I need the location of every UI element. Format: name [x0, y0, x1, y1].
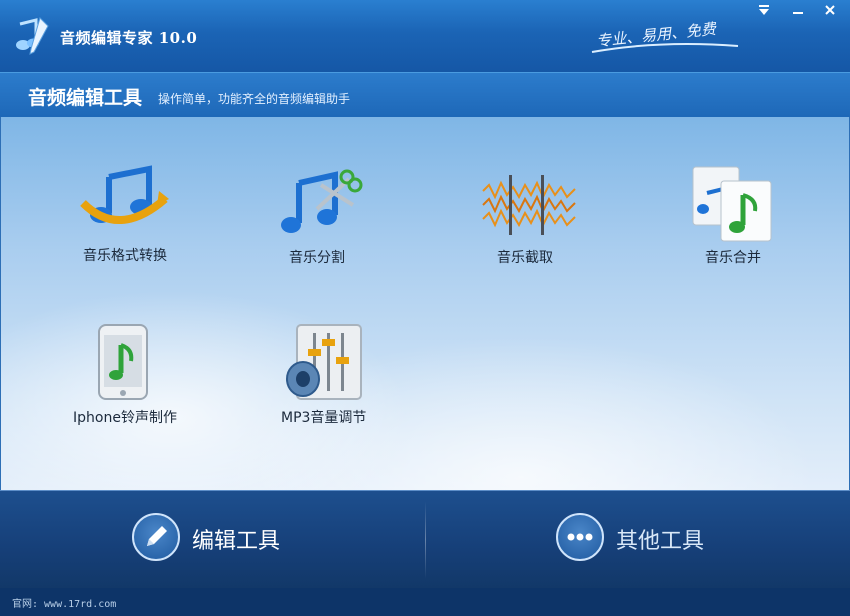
- nav-divider: [425, 501, 426, 579]
- status-footer: 官网: www.17rd.com: [0, 588, 850, 616]
- tool-grid: 音乐格式转换 音乐分割 音乐截取 音乐合并 Iphone铃声制作 MP3音量调节: [0, 117, 850, 490]
- app-window: 音频编辑专家 10.0 专业、易用、免费 音频编辑工具 操作简单，功能齐全的音频…: [0, 0, 850, 616]
- edit-tools-tab[interactable]: 编辑工具: [132, 513, 332, 565]
- minimize-button[interactable]: [786, 3, 810, 21]
- music-convert-icon: [80, 165, 169, 225]
- swoosh-decoration: [591, 43, 739, 53]
- tool-label: Iphone铃声制作: [73, 410, 177, 426]
- website-link[interactable]: 官网: www.17rd.com: [12, 595, 116, 610]
- tool-label: 音乐截取: [497, 250, 553, 266]
- music-merge-icon: [692, 166, 772, 242]
- edit-tools-label: 编辑工具: [192, 529, 281, 554]
- app-title: 音频编辑专家 10.0: [60, 29, 198, 47]
- tool-label: MP3音量调节: [281, 410, 367, 426]
- waveform-cut-icon: [482, 175, 576, 235]
- minimize-icon: [793, 12, 803, 14]
- iphone-ringtone-icon: [98, 324, 148, 400]
- tool-music-cut[interactable]: 音乐截取: [477, 173, 581, 267]
- bottom-nav: 编辑工具 其他工具: [0, 490, 850, 589]
- menu-dropdown-button[interactable]: [752, 3, 776, 21]
- tool-music-merge[interactable]: 音乐合并: [687, 165, 787, 267]
- more-dots-icon: [556, 513, 604, 561]
- pencil-icon: [132, 513, 180, 561]
- section-header: 音频编辑工具 操作简单，功能齐全的音频编辑助手: [0, 72, 850, 118]
- other-tools-tab[interactable]: 其他工具: [556, 513, 756, 565]
- section-title: 音频编辑工具: [28, 87, 143, 109]
- section-subtitle: 操作简单，功能齐全的音频编辑助手: [158, 92, 351, 106]
- volume-mixer-icon: [286, 324, 362, 400]
- tool-label: 音乐合并: [705, 250, 761, 266]
- tool-mp3-volume[interactable]: MP3音量调节: [275, 323, 385, 427]
- tool-music-format-convert[interactable]: 音乐格式转换: [71, 165, 181, 265]
- other-tools-label: 其他工具: [616, 529, 705, 554]
- music-scissors-icon: [281, 169, 363, 233]
- tool-label: 音乐分割: [289, 250, 345, 266]
- tool-label: 音乐格式转换: [83, 248, 167, 264]
- close-button[interactable]: [818, 3, 842, 21]
- title-bar[interactable]: 音频编辑专家 10.0 专业、易用、免费: [0, 0, 850, 72]
- tool-iphone-ringtone[interactable]: Iphone铃声制作: [61, 323, 201, 427]
- close-icon: [825, 5, 835, 15]
- tool-music-split[interactable]: 音乐分割: [277, 165, 367, 267]
- app-logo-icon: [16, 17, 49, 55]
- chevron-down-icon: [759, 5, 769, 15]
